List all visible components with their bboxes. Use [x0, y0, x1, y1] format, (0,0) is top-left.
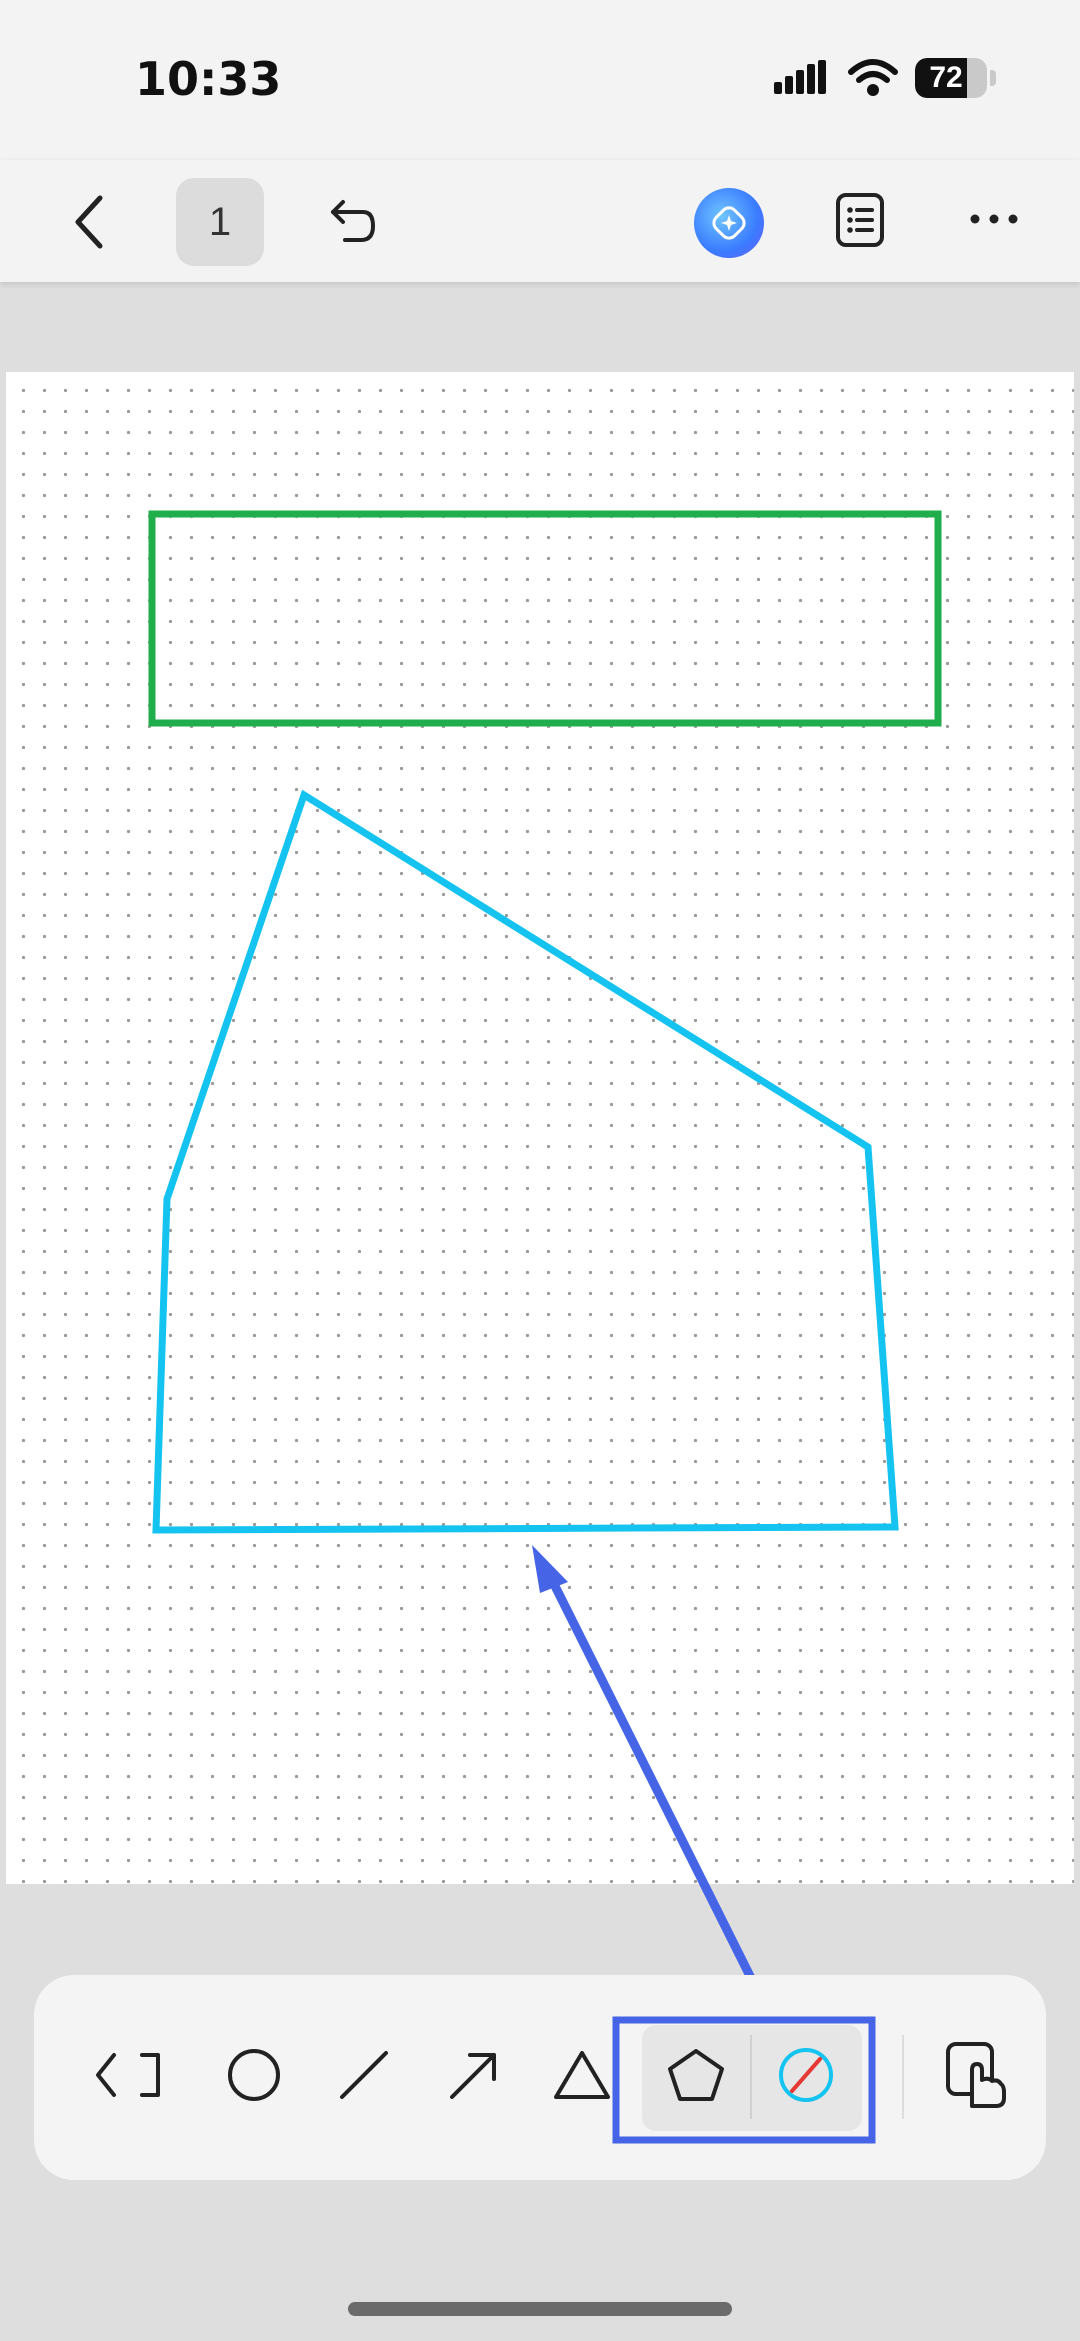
circle-tool-button[interactable] [204, 2025, 304, 2125]
line-icon [340, 2051, 388, 2099]
circle-icon [228, 2049, 280, 2101]
shape-tool-panel [34, 1975, 1046, 2180]
panel-separator [902, 2035, 904, 2119]
touch-mode-button[interactable] [926, 2025, 1026, 2125]
annotation-arrowhead-icon [532, 1545, 568, 1593]
arrow-tool-button[interactable] [424, 2025, 524, 2125]
arrow-icon [450, 2053, 496, 2099]
triangle-icon [554, 2051, 610, 2099]
selection-outline [612, 2016, 876, 2144]
touch-hand-icon [946, 2042, 1006, 2108]
bracket-icon [96, 2053, 160, 2097]
home-indicator[interactable] [348, 2302, 732, 2316]
line-tool-button[interactable] [314, 2025, 414, 2125]
bracket-tool-button[interactable] [82, 2025, 182, 2125]
